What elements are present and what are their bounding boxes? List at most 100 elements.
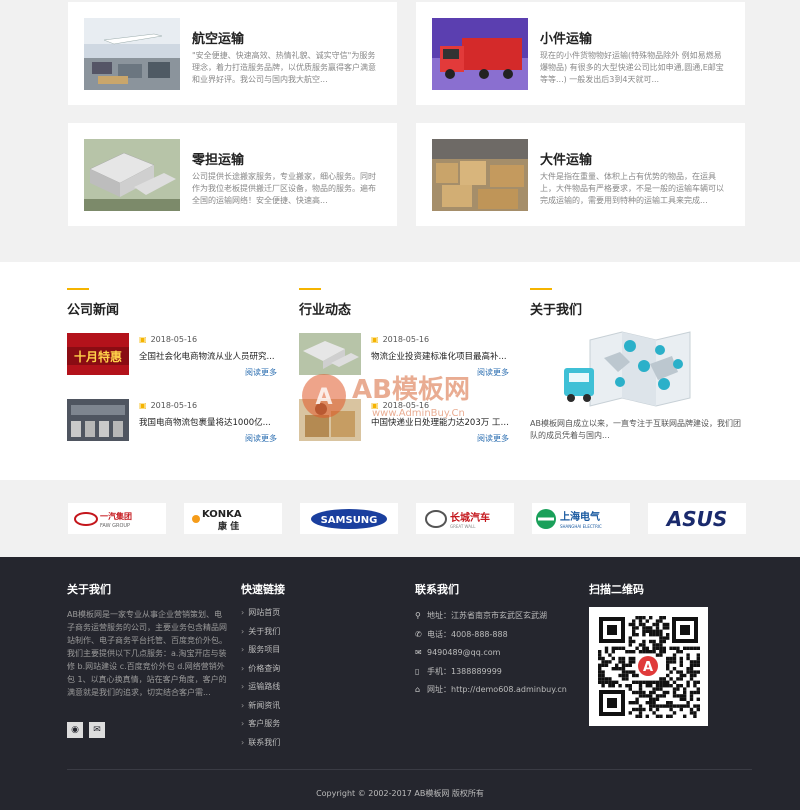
footer-about-text: AB模板网是一家专业从事企业营销策划、电子商务运营服务的公司，主要业务包含精品网… xyxy=(67,610,227,697)
date-text: 2018-05-16 xyxy=(150,335,198,344)
news-section: 公司新闻 十月特惠 ▣ 2018-05-16 全国社会化电商物流从业人员研究...… xyxy=(0,262,800,480)
service-desc: 公司提供长途搬家服务，专业搬家，细心服务。同时作为我位老板提供搬迁厂区设备，物品… xyxy=(192,172,376,205)
footer-link-news[interactable]: 新闻资讯 xyxy=(241,697,280,716)
phone-text: 电话：4008-888-888 xyxy=(427,629,508,639)
service-card-ltl[interactable]: 零担运输 公司提供长途搬家服务，专业搬家，细心服务。同时作为我位老板提供搬迁厂区… xyxy=(68,123,397,226)
home-icon: ⌂ xyxy=(415,685,421,694)
footer-link-contact[interactable]: 联系我们 xyxy=(241,734,280,753)
service-card-heavy[interactable]: 大件运输 大件是指在重量、体积上占有优势的物品，在运具上，大件物品有严格要求，不… xyxy=(416,123,745,226)
partner-logo-konka[interactable]: KONKA 康 佳 xyxy=(184,503,282,534)
read-more-link[interactable]: 阅读更多 xyxy=(245,433,277,444)
news-title[interactable]: 物流企业投资建标准化项目最高补... xyxy=(371,350,511,362)
email-icon[interactable]: ✉ xyxy=(89,722,105,738)
footer-links-title: 快速链接 xyxy=(241,583,285,596)
svg-text:FAW GROUP: FAW GROUP xyxy=(100,523,130,529)
courier-image xyxy=(299,399,361,441)
calendar-icon: ▣ xyxy=(139,335,147,344)
service-card-air[interactable]: 航空运输 "安全便捷、快速高效、热情礼貌、诚实守信"为服务理念，着力打造服务品牌… xyxy=(68,2,397,105)
promo-banner-image: 十月特惠 xyxy=(67,333,129,375)
location-icon: ⚲ xyxy=(415,611,421,620)
contact-site: ⌂ 网址：http://demo608.adminbuy.cn xyxy=(415,681,567,700)
airport-cargo-image xyxy=(84,18,180,90)
mobile-icon: ▯ xyxy=(415,666,420,676)
news-title[interactable]: 我国电商物流包裹量将达1000亿... xyxy=(139,416,279,428)
service-desc: "安全便捷、快速高效、热情礼貌、诚实守信"为服务理念，着力打造服务品牌，以优质服… xyxy=(192,51,376,84)
read-more-link[interactable]: 阅读更多 xyxy=(245,367,277,378)
social-links: ◉ ✉ xyxy=(67,722,105,738)
warehouse-boxes-image xyxy=(432,139,528,211)
contact-phone: ✆ 电话：4008-888-888 xyxy=(415,626,567,645)
svg-text:一汽集团: 一汽集团 xyxy=(100,511,132,521)
calendar-icon: ▣ xyxy=(371,335,379,344)
news-date: ▣ 2018-05-16 xyxy=(139,401,197,410)
partner-logo-asus[interactable]: ASUS xyxy=(648,503,746,534)
about-summary: AB模板网自成立以来，一直专注于互联网品牌建设，我们团队的成员凭着与国内... xyxy=(530,419,741,440)
site-text[interactable]: 网址：http://demo608.adminbuy.cn xyxy=(427,685,567,694)
news-date: ▣ 2018-05-16 xyxy=(371,335,429,344)
service-card-small[interactable]: 小件运输 现在的小件货物物好运输(特殊物品除外 例如易燃易爆物品) 有很多的大型… xyxy=(416,2,745,105)
contact-mobile: ▯ 手机：1388889999 xyxy=(415,663,567,682)
heading-accent-bar xyxy=(530,288,552,290)
news-item[interactable]: ▣ 2018-05-16 中国快递业日处理能力达203万 工作... 阅读更多 xyxy=(299,399,511,445)
footer-link-routes[interactable]: 运输路线 xyxy=(241,678,280,697)
footer-link-about[interactable]: 关于我们 xyxy=(241,623,280,642)
service-title: 航空运输 xyxy=(192,32,245,47)
read-more-link[interactable]: 阅读更多 xyxy=(477,367,509,378)
svg-text:KONKA: KONKA xyxy=(202,509,242,520)
footer-divider xyxy=(67,769,752,770)
news-title[interactable]: 中国快递业日处理能力达203万 工作... xyxy=(371,416,511,428)
svg-text:A: A xyxy=(643,660,653,675)
footer-link-home[interactable]: 网站首页 xyxy=(241,604,280,623)
read-more-link[interactable]: 阅读更多 xyxy=(477,433,509,444)
mobile-text: 手机：1388889999 xyxy=(427,666,502,676)
about-heading: 关于我们 xyxy=(530,288,582,318)
svg-text:GREAT WALL: GREAT WALL xyxy=(450,524,476,529)
service-title: 零担运输 xyxy=(192,153,245,168)
news-item[interactable]: ▣ 2018-05-16 我国电商物流包裹量将达1000亿... 阅读更多 xyxy=(67,399,277,445)
footer-contact-title: 联系我们 xyxy=(415,583,459,596)
contact-list: ⚲ 地址：江苏省南京市玄武区玄武湖 ✆ 电话：4008-888-888 ✉ 94904… xyxy=(415,607,567,700)
partner-logo-shanghai-electric[interactable]: 上海电气 SHANGHAI ELECTRIC xyxy=(532,503,630,534)
industry-news-heading: 行业动态 xyxy=(299,288,351,318)
calendar-icon: ▣ xyxy=(139,401,147,410)
heading-label[interactable]: 行业动态 xyxy=(299,299,351,318)
svg-text:十月特惠: 十月特惠 xyxy=(74,349,122,364)
copyright-text: Copyright © 2002-2017 AB模板网 版权所有 xyxy=(316,789,484,798)
svg-text:SHANGHAI ELECTRIC: SHANGHAI ELECTRIC xyxy=(560,524,602,529)
partner-logo-samsung[interactable]: SAMSUNG xyxy=(300,503,398,534)
news-item[interactable]: 十月特惠 ▣ 2018-05-16 全国社会化电商物流从业人员研究... 阅读更多 xyxy=(67,333,277,379)
warehouse-aerial-thumb xyxy=(299,333,361,375)
footer-link-price[interactable]: 价格查询 xyxy=(241,660,280,679)
news-item[interactable]: ▣ 2018-05-16 物流企业投资建标准化项目最高补... 阅读更多 xyxy=(299,333,509,379)
footer-about-title: 关于我们 xyxy=(67,583,111,596)
svg-text:长城汽车: 长城汽车 xyxy=(450,511,490,524)
heading-label[interactable]: 关于我们 xyxy=(530,299,582,318)
news-date: ▣ 2018-05-16 xyxy=(371,401,429,410)
warehouse-aerial-image xyxy=(84,139,180,211)
contact-address: ⚲ 地址：江苏省南京市玄武区玄武湖 xyxy=(415,607,567,626)
sorting-center-image xyxy=(67,399,129,441)
qq-icon[interactable]: ◉ xyxy=(67,722,83,738)
heading-accent-bar xyxy=(299,288,321,290)
partner-logo-faw[interactable]: 一汽集团 FAW GROUP xyxy=(68,503,166,534)
footer-link-support[interactable]: 客户服务 xyxy=(241,715,280,734)
email-text[interactable]: 9490489@qq.com xyxy=(427,648,500,657)
svg-text:康 佳: 康 佳 xyxy=(218,520,239,532)
company-news-heading: 公司新闻 xyxy=(67,288,119,318)
phone-icon: ✆ xyxy=(415,629,422,639)
svg-text:SAMSUNG: SAMSUNG xyxy=(321,515,378,526)
email-icon: ✉ xyxy=(415,648,422,657)
service-title: 小件运输 xyxy=(540,32,593,47)
partners-section: 一汽集团 FAW GROUP KONKA 康 佳 SAMSUNG 长城汽车 GR… xyxy=(0,480,800,557)
footer-link-services[interactable]: 服务项目 xyxy=(241,641,280,660)
partner-logo-greatwall[interactable]: 长城汽车 GREAT WALL xyxy=(416,503,514,534)
date-text: 2018-05-16 xyxy=(150,401,198,410)
calendar-icon: ▣ xyxy=(371,401,379,410)
heading-label[interactable]: 公司新闻 xyxy=(67,299,119,318)
heading-accent-bar xyxy=(67,288,89,290)
news-title[interactable]: 全国社会化电商物流从业人员研究... xyxy=(139,350,279,362)
service-title: 大件运输 xyxy=(540,153,593,168)
date-text: 2018-05-16 xyxy=(382,401,430,410)
qr-code: A xyxy=(589,607,708,726)
svg-text:上海电气: 上海电气 xyxy=(560,510,600,523)
